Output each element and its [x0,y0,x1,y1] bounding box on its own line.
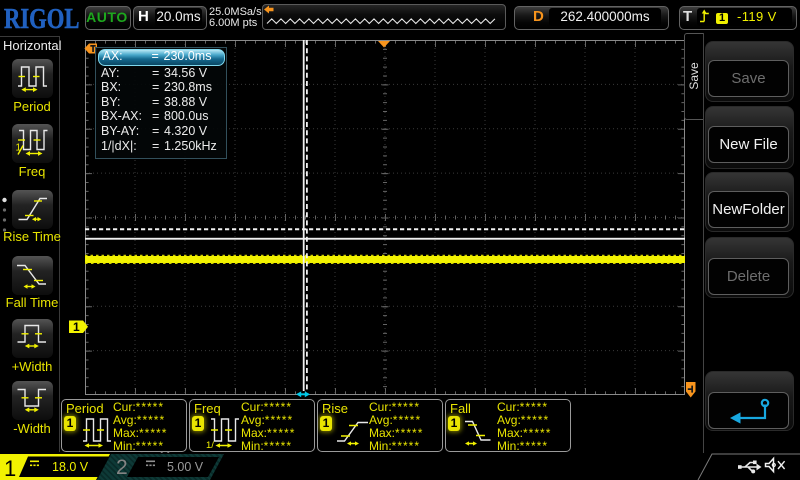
svg-text:1: 1 [73,320,80,334]
svg-text:1/: 1/ [206,440,214,451]
svg-text:1: 1 [16,143,22,154]
